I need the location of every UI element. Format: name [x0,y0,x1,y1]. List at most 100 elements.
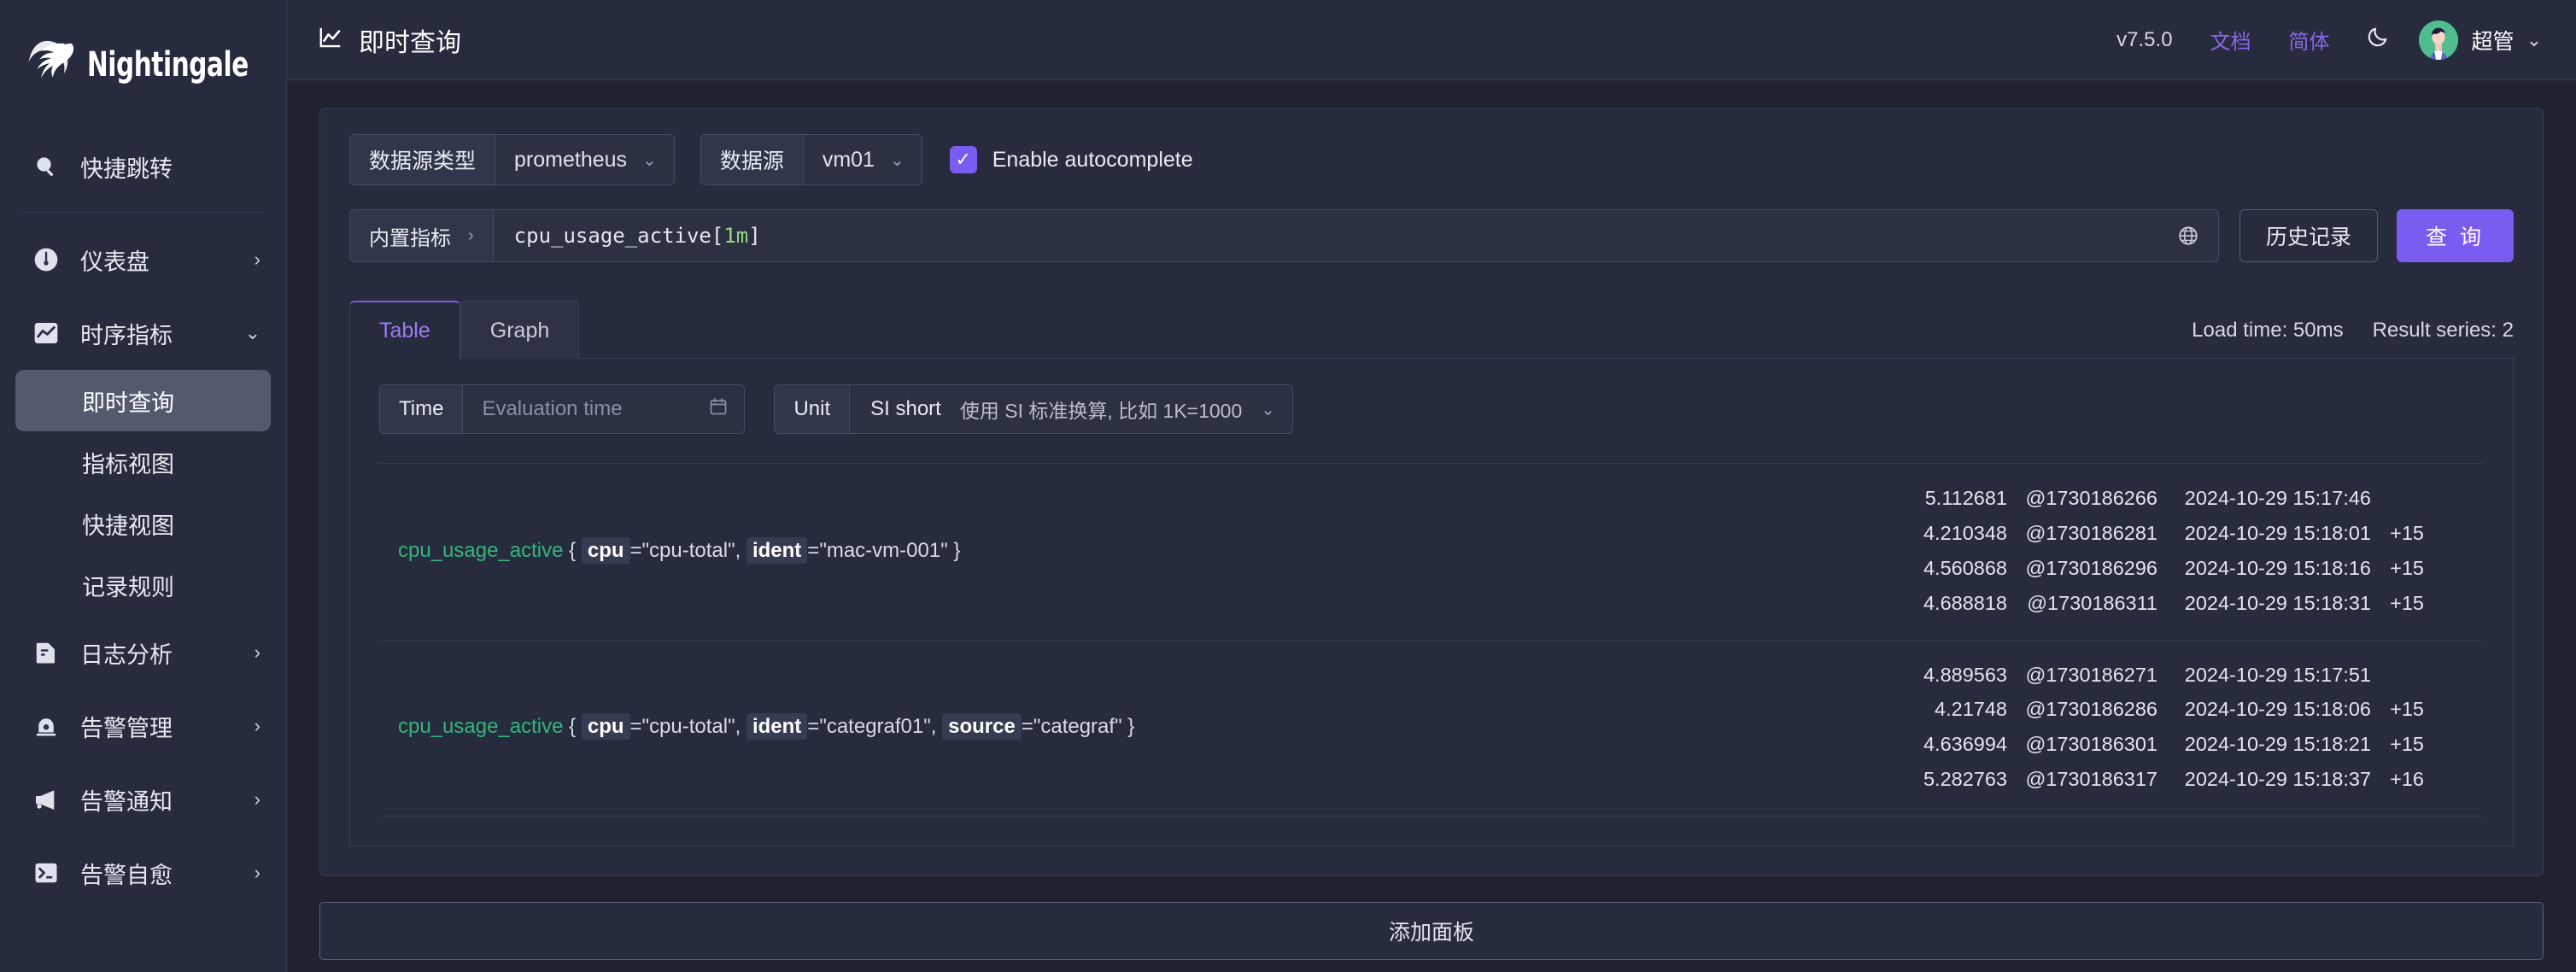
brand-name: Nightingale [87,45,249,85]
metric-name: cpu_usage_active [398,538,564,562]
chevron-down-icon[interactable]: ⌄ [2526,29,2547,51]
sample-delta: +16 [2390,768,2424,791]
run-query-button[interactable]: 查 询 [2397,209,2514,262]
builtin-metrics-button[interactable]: 内置指标 › [350,210,494,261]
alarm-bell-icon [31,711,61,741]
label-key: ident [746,713,808,741]
page-title: 即时查询 [318,21,461,59]
promql-input[interactable]: cpu_usage_active[1m] [494,210,2158,261]
time-unit-row: Time Evaluation time Unit SI short 使用 SI… [379,384,2484,434]
datasource-value: vm01 [822,147,875,172]
sample-datetime: 2024-10-29 15:18:31 [2184,591,2371,614]
datasource-type-select[interactable]: prometheus ⌄ [495,135,674,184]
sample-timestamp: @1730186266 [2025,487,2157,509]
tab-table[interactable]: Table [349,301,460,359]
sidebar-item-alert-notification[interactable]: 告警通知 › [0,763,286,836]
unit-value: SI short [870,397,941,420]
label-key: cpu [581,536,630,564]
datasource-type-value: prometheus [514,147,628,172]
bird-logo-icon [28,40,74,79]
app-root: Nightingale 快捷跳转 仪表盘 › 时序指标 ⌄ 即时查询 指标视图 … [0,0,2576,972]
dashboard-gauge-icon [31,244,61,275]
sample-line: 5.112681 @1730186266 2024-10-29 15:17:46 [1906,481,2424,516]
datasource-type-group: 数据源类型 prometheus ⌄ [349,134,675,185]
checkbox-checked-icon: ✓ [949,146,977,173]
sidebar: Nightingale 快捷跳转 仪表盘 › 时序指标 ⌄ 即时查询 指标视图 … [0,0,287,972]
tab-graph[interactable]: Graph [460,301,580,359]
language-switcher[interactable]: 简体 [2270,25,2349,55]
sample-timestamp: @1730186317 [2025,768,2157,791]
chevron-down-icon: ⌄ [244,322,261,343]
sidebar-subitem-label: 指标视图 [82,451,174,477]
add-panel-button[interactable]: 添加面板 [319,902,2544,960]
search-icon [31,151,61,182]
sample-line: 4.889563 @1730186271 2024-10-29 15:17:51 [1906,658,2424,693]
sidebar-item-dashboard[interactable]: 仪表盘 › [0,223,286,296]
result-series-label: Result series: 2 [2372,319,2514,342]
sidebar-subitem-metric-view[interactable]: 指标视图 [15,431,271,493]
chevron-right-icon: › [254,788,261,810]
sidebar-subitem-instant-query[interactable]: 即时查询 [15,370,271,431]
sample-timestamp: @1730186281 [2025,521,2157,544]
label-value: "cpu-total" [641,715,735,739]
series-label: cpu_usage_active { cpu ="cpu-total", iden… [398,536,961,564]
sidebar-item-label: 时序指标 [80,322,173,348]
unit-select[interactable]: SI short 使用 SI 标准换算, 比如 1K=1000 ⌄ [849,385,1293,433]
sample-value: 4.210348 [1923,521,2007,544]
datasource-row: 数据源类型 prometheus ⌄ 数据源 vm01 ⌄ ✓ Enable a… [349,134,2514,185]
sidebar-item-log-analysis[interactable]: 日志分析 › [0,616,286,689]
result-meta: Load time: 50ms Result series: 2 [2192,319,2514,358]
label-key: ident [746,536,808,564]
label-value: "cpu-total" [641,538,735,562]
time-group: Time Evaluation time [379,384,746,434]
sample-value: 4.688818 [1923,591,2007,614]
sample-value: 4.21748 [1935,698,2007,721]
label-key: cpu [581,713,630,741]
series-table: cpu_usage_active { cpu ="cpu-total", iden… [379,463,2484,817]
globe-icon[interactable] [2158,210,2218,261]
datasource-select[interactable]: vm01 ⌄ [802,135,922,184]
calendar-icon [708,396,729,423]
avatar[interactable] [2418,20,2458,60]
sample-line: 5.282763 @1730186317 2024-10-29 15:18:37… [1906,762,2424,797]
sidebar-item-label: 告警管理 [80,715,173,741]
main-area: 即时查询 v7.5.0 文档 简体 超管 ⌄ 数据源类型 prometheus … [287,0,2576,972]
sample-datetime: 2024-10-29 15:18:01 [2184,521,2371,544]
sidebar-item-alert-management[interactable]: 告警管理 › [0,689,286,763]
history-button[interactable]: 历史记录 [2239,209,2379,262]
version-label: v7.5.0 [2116,27,2173,51]
sample-datetime: 2024-10-29 15:18:16 [2184,556,2371,579]
docs-link[interactable]: 文档 [2192,25,2270,55]
line-chart-icon [318,25,343,55]
sample-delta [2371,658,2424,693]
sidebar-item-label: 仪表盘 [80,249,149,275]
sample-value: 5.112681 [1924,487,2007,509]
sample-line: 4.560868 @1730186296 2024-10-29 15:18:16… [1906,551,2424,586]
promql-expression-tail: ] [748,224,761,248]
topbar: 即时查询 v7.5.0 文档 简体 超管 ⌄ [287,0,2576,80]
series-label: cpu_usage_active { cpu ="cpu-total", iden… [398,713,1135,741]
sample-value: 4.560868 [1923,556,2007,579]
time-label: Time [380,385,463,433]
autocomplete-label: Enable autocomplete [992,147,1193,172]
sidebar-item-quick-jump[interactable]: 快捷跳转 [0,130,286,203]
sample-datetime: 2024-10-29 15:18:06 [2184,698,2371,721]
promql-expression: cpu_usage_active[ [513,224,724,248]
user-name: 超管 [2471,29,2515,54]
query-row: 内置指标 › cpu_usage_active[1m] 历史记录 查 询 [349,209,2514,262]
brand-logo[interactable]: Nightingale [0,0,286,130]
sample-datetime: 2024-10-29 15:17:51 [2184,663,2371,686]
sidebar-item-label: 告警通知 [80,788,173,815]
evaluation-time-placeholder: Evaluation time [482,397,623,420]
sample-datetime: 2024-10-29 15:18:21 [2184,733,2371,756]
sidebar-subitem-quick-view[interactable]: 快捷视图 [15,493,271,554]
sidebar-item-alert-self-healing[interactable]: 告警自愈 › [0,836,286,910]
sidebar-subitem-label: 快捷视图 [82,512,174,539]
evaluation-time-input[interactable]: Evaluation time [462,385,745,433]
sidebar-subitem-recording-rules[interactable]: 记录规则 [15,554,271,616]
moon-icon[interactable] [2349,25,2407,55]
autocomplete-checkbox[interactable]: ✓ Enable autocomplete [949,146,1193,173]
sidebar-item-metrics[interactable]: 时序指标 ⌄ [0,296,286,370]
chevron-down-icon: ⌄ [642,150,657,170]
table-row: cpu_usage_active { cpu ="cpu-total", iden… [379,463,2484,641]
